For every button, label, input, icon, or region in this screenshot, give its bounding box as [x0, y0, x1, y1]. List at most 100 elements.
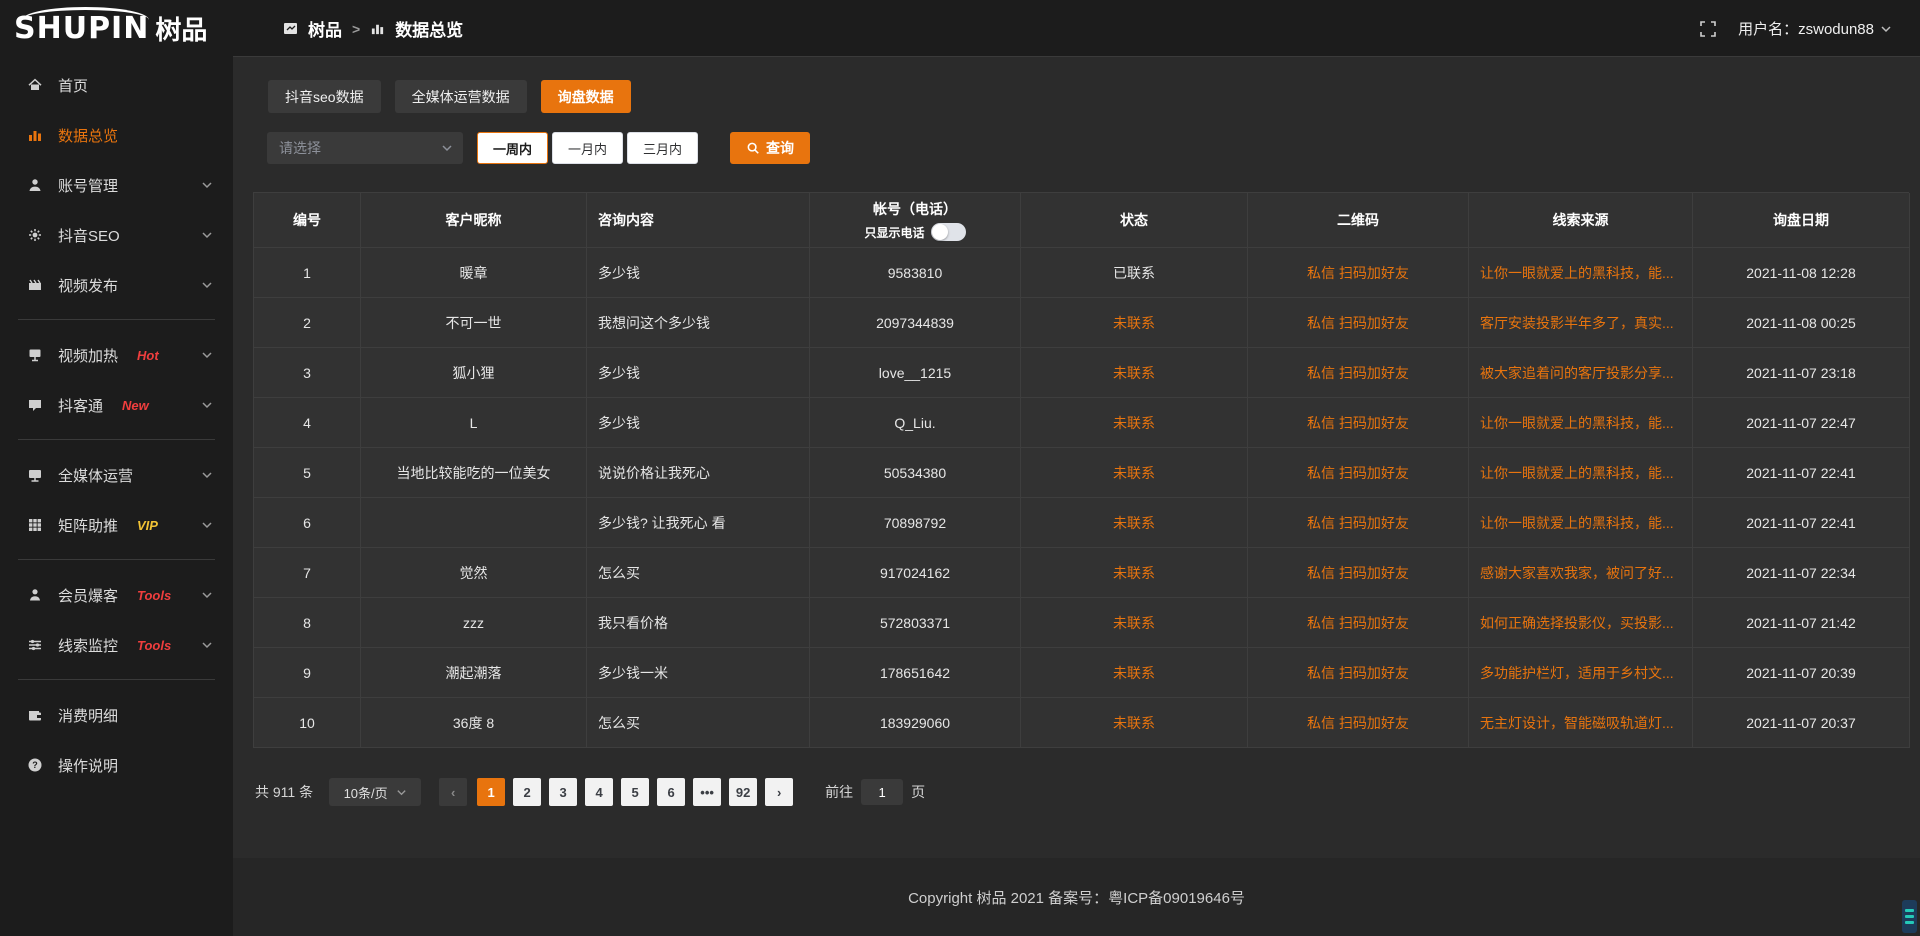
cell-source-link[interactable]: 多功能护栏灯，适用于乡村文... — [1480, 663, 1674, 683]
cell-content: 我只看价格 — [587, 598, 810, 648]
page-button-5[interactable]: 5 — [621, 778, 649, 806]
cell-status: 已联系 — [1021, 248, 1248, 298]
cell-qr-link[interactable]: 私信 扫码加好友 — [1307, 413, 1409, 433]
cell-qr[interactable]: 私信 扫码加好友 — [1248, 498, 1469, 548]
cell-qr[interactable]: 私信 扫码加好友 — [1248, 398, 1469, 448]
cell-qr-link[interactable]: 私信 扫码加好友 — [1307, 263, 1409, 283]
page-button-3[interactable]: 3 — [549, 778, 577, 806]
cell-qr-link[interactable]: 私信 扫码加好友 — [1307, 363, 1409, 383]
chevron-down-icon — [201, 399, 213, 411]
cell-qr-link[interactable]: 私信 扫码加好友 — [1307, 613, 1409, 633]
cell-source-link[interactable]: 让你一眼就爱上的黑科技，能... — [1480, 263, 1674, 283]
search-button[interactable]: 查询 — [730, 132, 810, 164]
cell-nickname: zzz — [361, 598, 587, 648]
cell-qr[interactable]: 私信 扫码加好友 — [1248, 548, 1469, 598]
cell-qr[interactable]: 私信 扫码加好友 — [1248, 348, 1469, 398]
cell-qr[interactable]: 私信 扫码加好友 — [1248, 248, 1469, 298]
sidebar-item-video-publish[interactable]: 视频发布 — [0, 260, 233, 310]
chevron-down-icon — [201, 469, 213, 481]
page-size-select[interactable]: 10条/页 — [329, 778, 421, 806]
sidebar-item-data-overview[interactable]: 数据总览 — [0, 110, 233, 160]
cell-content: 多少钱 — [587, 348, 810, 398]
page-button-2[interactable]: 2 — [513, 778, 541, 806]
cell-source[interactable]: 让你一眼就爱上的黑科技，能... — [1469, 248, 1693, 298]
breadcrumb: 树品 > 数据总览 — [283, 0, 463, 57]
cell-source-link[interactable]: 无主灯设计，智能磁吸轨道灯... — [1480, 713, 1674, 733]
cell-source-link[interactable]: 让你一眼就爱上的黑科技，能... — [1480, 513, 1674, 533]
page-button-6[interactable]: 6 — [657, 778, 685, 806]
app-logo[interactable]: SHUPIN 树品 — [0, 0, 233, 57]
sidebar-item-matrix-boost[interactable]: 矩阵助推VIP — [0, 500, 233, 550]
cell-source[interactable]: 感谢大家喜欢我家，被问了好... — [1469, 548, 1693, 598]
cell-qr-link[interactable]: 私信 扫码加好友 — [1307, 463, 1409, 483]
cell-date: 2021-11-08 12:28 — [1693, 248, 1910, 298]
range-one-week[interactable]: 一周内 — [477, 132, 548, 164]
sidebar-item-consumption-detail[interactable]: 消费明细 — [0, 690, 233, 740]
sidebar-item-douketong[interactable]: 抖客通New — [0, 380, 233, 430]
sidebar-item-home[interactable]: 首页 — [0, 60, 233, 110]
cell-source[interactable]: 让你一眼就爱上的黑科技，能... — [1469, 498, 1693, 548]
sidebar-item-media-operation[interactable]: 全媒体运营 — [0, 450, 233, 500]
sidebar-item-video-heat[interactable]: 视频加热Hot — [0, 330, 233, 380]
cell-qr-link[interactable]: 私信 扫码加好友 — [1307, 713, 1409, 733]
corner-widget[interactable] — [1902, 900, 1917, 933]
cell-source[interactable]: 让你一眼就爱上的黑科技，能... — [1469, 448, 1693, 498]
range-three-months[interactable]: 三月内 — [627, 132, 698, 164]
cell-source-link[interactable]: 如何正确选择投影仪，买投影... — [1480, 613, 1674, 633]
question-icon: ? — [26, 757, 43, 773]
cell-date: 2021-11-07 20:37 — [1693, 698, 1910, 748]
cell-qr-link[interactable]: 私信 扫码加好友 — [1307, 513, 1409, 533]
sidebar-divider — [18, 439, 215, 440]
sidebar-item-douyin-seo[interactable]: 抖音SEO — [0, 210, 233, 260]
cell-source[interactable]: 让你一眼就爱上的黑科技，能... — [1469, 398, 1693, 448]
user-menu[interactable]: 用户名：zswodun88 — [1738, 18, 1892, 39]
cell-qr[interactable]: 私信 扫码加好友 — [1248, 648, 1469, 698]
cell-qr[interactable]: 私信 扫码加好友 — [1248, 298, 1469, 348]
cell-source[interactable]: 被大家追着问的客厅投影分享... — [1469, 348, 1693, 398]
cell-source[interactable]: 客厅安装投影半年多了，真实... — [1469, 298, 1693, 348]
cell-account: 572803371 — [810, 598, 1021, 648]
page-button-4[interactable]: 4 — [585, 778, 613, 806]
cell-source-link[interactable]: 客厅安装投影半年多了，真实... — [1480, 313, 1674, 333]
cell-qr[interactable]: 私信 扫码加好友 — [1248, 448, 1469, 498]
tab-media-operation-data[interactable]: 全媒体运营数据 — [395, 80, 527, 113]
breadcrumb-root[interactable]: 树品 — [308, 16, 342, 41]
prev-page-button[interactable]: ‹ — [439, 778, 467, 806]
range-one-month[interactable]: 一月内 — [552, 132, 623, 164]
cell-qr[interactable]: 私信 扫码加好友 — [1248, 598, 1469, 648]
filter-select[interactable]: 请选择 — [267, 132, 463, 164]
cell-qr-link[interactable]: 私信 扫码加好友 — [1307, 663, 1409, 683]
cell-source-link[interactable]: 让你一眼就爱上的黑科技，能... — [1480, 413, 1674, 433]
sidebar-item-clue-monitor[interactable]: 线索监控Tools — [0, 620, 233, 670]
page-button-92[interactable]: 92 — [729, 778, 757, 806]
next-page-button[interactable]: › — [765, 778, 793, 806]
cell-source-link[interactable]: 让你一眼就爱上的黑科技，能... — [1480, 463, 1674, 483]
column-header: 帐号（电话）只显示电话 — [810, 193, 1021, 248]
cell-qr[interactable]: 私信 扫码加好友 — [1248, 698, 1469, 748]
goto-page-input[interactable] — [861, 779, 903, 805]
cell-source[interactable]: 如何正确选择投影仪，买投影... — [1469, 598, 1693, 648]
sidebar-item-member-burst[interactable]: 会员爆客Tools — [0, 570, 233, 620]
sidebar-item-badge: Tools — [137, 588, 171, 603]
sidebar-item-account-manage[interactable]: 账号管理 — [0, 160, 233, 210]
fullscreen-icon[interactable] — [1700, 21, 1716, 37]
tab-inquiry-data[interactable]: 询盘数据 — [541, 80, 631, 113]
sidebar-item-label: 数据总览 — [58, 125, 118, 146]
cell-source-link[interactable]: 感谢大家喜欢我家，被问了好... — [1480, 563, 1674, 583]
sidebar-item-label: 消费明细 — [58, 705, 118, 726]
page-button-1[interactable]: 1 — [477, 778, 505, 806]
sidebar-menu: 首页数据总览账号管理抖音SEO视频发布视频加热Hot抖客通New 全媒体运营矩阵助… — [0, 57, 233, 790]
cell-qr-link[interactable]: 私信 扫码加好友 — [1307, 313, 1409, 333]
pagination: 共 911 条 10条/页 ‹ 123456•••92 › 前往 页 — [255, 778, 1920, 806]
member-icon — [26, 587, 43, 603]
cell-source[interactable]: 无主灯设计，智能磁吸轨道灯... — [1469, 698, 1693, 748]
cell-source[interactable]: 多功能护栏灯，适用于乡村文... — [1469, 648, 1693, 698]
cell-content: 怎么买 — [587, 698, 810, 748]
sidebar-item-help[interactable]: ?操作说明 — [0, 740, 233, 790]
page-ellipsis-button[interactable]: ••• — [693, 778, 721, 806]
cell-source-link[interactable]: 被大家追着问的客厅投影分享... — [1480, 363, 1674, 383]
tab-douyin-seo-data[interactable]: 抖音seo数据 — [268, 80, 381, 113]
chevron-down-icon — [201, 639, 213, 651]
cell-qr-link[interactable]: 私信 扫码加好友 — [1307, 563, 1409, 583]
phone-only-toggle[interactable] — [931, 223, 966, 241]
